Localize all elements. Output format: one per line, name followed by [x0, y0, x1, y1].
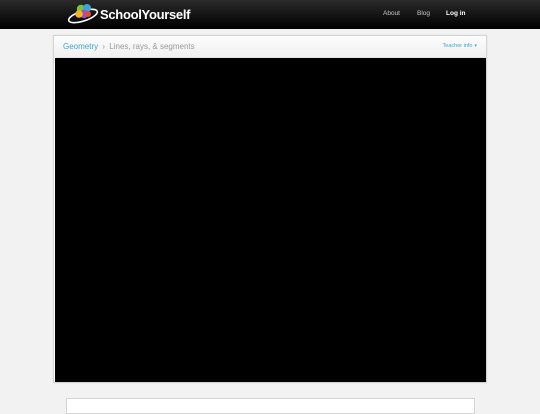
site-logo[interactable]: SchoolYourself — [66, 1, 196, 27]
top-navigation-bar: SchoolYourself About Blog Log in — [0, 0, 540, 29]
nav-blog-link[interactable]: Blog — [417, 0, 430, 28]
login-link[interactable]: Log in — [446, 0, 466, 28]
lesson-below-panel — [66, 398, 475, 414]
breadcrumb: Geometry › Lines, rays, & segments — [63, 36, 195, 57]
lesson-header: Geometry › Lines, rays, & segments Teach… — [54, 36, 486, 58]
teacher-info-dropdown[interactable]: Teacher info ▾ — [443, 36, 477, 57]
nav-about-link[interactable]: About — [383, 0, 400, 28]
teacher-info-label: Teacher info — [442, 43, 473, 49]
lesson-panel: Geometry › Lines, rays, & segments Teach… — [53, 35, 487, 383]
breadcrumb-current-topic: Lines, rays, & segments — [109, 42, 195, 51]
breadcrumb-subject-link[interactable]: Geometry — [63, 42, 98, 51]
brand-name: SchoolYourself — [100, 7, 191, 22]
breadcrumb-separator: › — [102, 42, 106, 51]
chevron-down-icon: ▾ — [474, 43, 477, 49]
lesson-video-player[interactable] — [55, 58, 486, 382]
